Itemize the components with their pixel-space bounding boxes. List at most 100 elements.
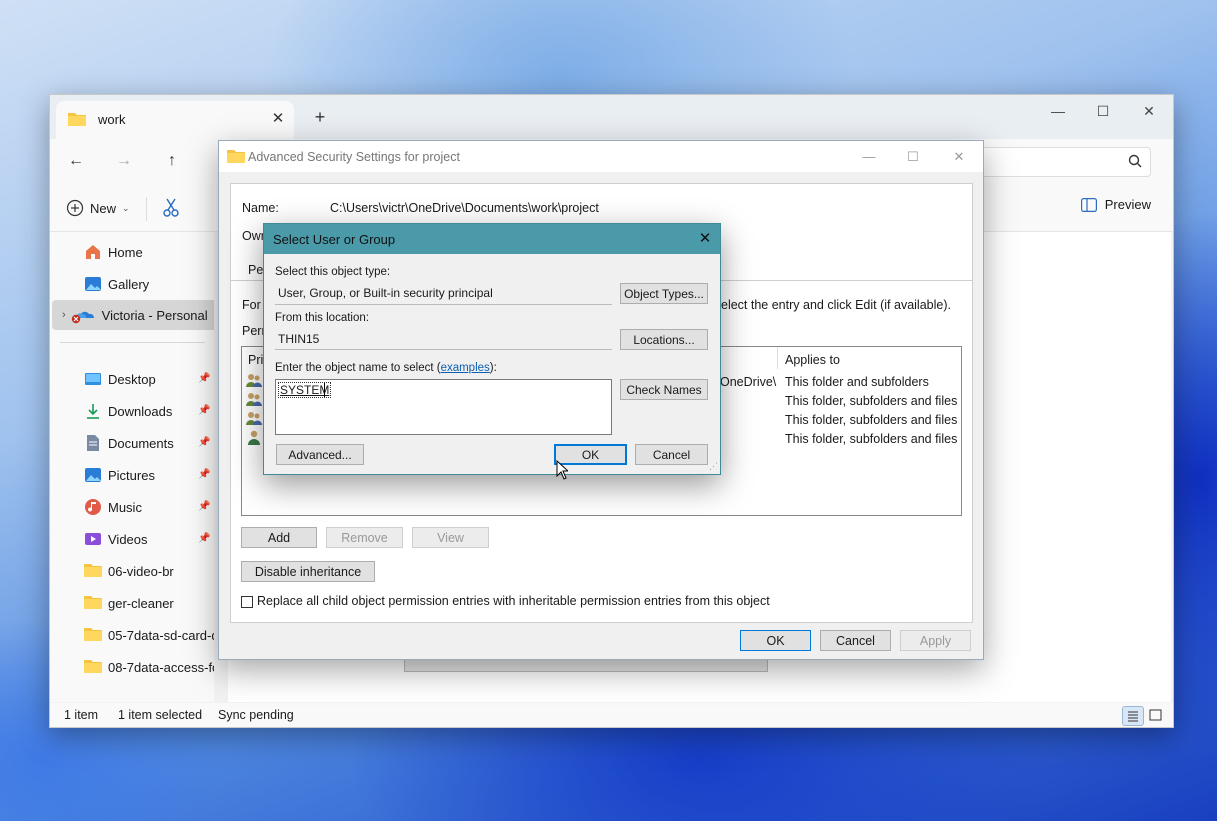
- pin-icon[interactable]: 📌: [198, 469, 210, 480]
- remove-button[interactable]: Remove: [326, 527, 403, 548]
- resize-grip-icon[interactable]: ⋰: [709, 461, 718, 472]
- explorer-titlebar: work ✕ + — ☐ ✕: [50, 95, 1173, 139]
- object-name-label-prefix: Enter the object name to select (: [275, 362, 441, 374]
- cancel-button[interactable]: Cancel: [635, 444, 708, 465]
- new-tab-button[interactable]: +: [310, 107, 330, 127]
- back-arrow-icon[interactable]: ←: [63, 149, 89, 173]
- sidebar-item-label: ger-cleaner: [108, 595, 174, 611]
- sync-status: Sync pending: [218, 708, 294, 722]
- sidebar-item-label: Videos: [108, 531, 148, 547]
- details-view-icon[interactable]: [1122, 706, 1144, 726]
- mouse-pointer-icon: [556, 460, 568, 480]
- close-window-button[interactable]: ✕: [1126, 97, 1172, 125]
- name-label: Name:: [242, 201, 279, 215]
- sidebar-item-onedrive[interactable]: › Victoria - Personal: [52, 300, 222, 330]
- close-icon[interactable]: ✕: [694, 228, 716, 250]
- replace-permissions-checkbox[interactable]: [241, 596, 253, 608]
- object-name-label: Enter the object name to select (example…: [275, 362, 497, 374]
- cancel-button[interactable]: Cancel: [820, 630, 891, 651]
- location-label: From this location:: [275, 312, 369, 324]
- cut-icon[interactable]: [162, 197, 180, 217]
- home-icon: [84, 243, 102, 261]
- examples-link[interactable]: examples: [441, 362, 490, 374]
- desktop-icon: [84, 370, 102, 388]
- pin-icon[interactable]: 📌: [198, 533, 210, 544]
- column-divider: [777, 347, 778, 369]
- selection-count: 1 item selected: [118, 708, 203, 722]
- forward-arrow-icon[interactable]: →: [111, 149, 137, 173]
- object-type-label: Select this object type:: [275, 266, 391, 278]
- select-user-or-group-dialog: Select User or Group ✕ Select this objec…: [263, 223, 721, 475]
- text-caret: [324, 383, 325, 397]
- divider: [146, 197, 147, 221]
- dialog-title: Select User or Group: [273, 232, 396, 247]
- location-field: THIN15: [275, 329, 612, 350]
- minimize-button[interactable]: —: [849, 145, 889, 169]
- maximize-button[interactable]: ☐: [893, 145, 933, 169]
- maximize-button[interactable]: ☐: [1080, 97, 1126, 125]
- search-icon[interactable]: [1128, 154, 1142, 168]
- locations-button[interactable]: Locations...: [620, 329, 708, 350]
- entry-path-fragment: OneDrive\: [720, 375, 777, 389]
- applies-to-cell: This folder, subfolders and files: [785, 394, 958, 408]
- pin-icon[interactable]: 📌: [198, 501, 210, 512]
- folder-icon: [84, 562, 102, 580]
- applies-to-cell: This folder, subfolders and files: [785, 413, 958, 427]
- dialog-titlebar: Advanced Security Settings for project —…: [219, 141, 983, 172]
- sidebar-item-label: Home: [108, 244, 143, 260]
- pin-icon[interactable]: 📌: [198, 405, 210, 416]
- disable-inheritance-button[interactable]: Disable inheritance: [241, 561, 375, 582]
- chevron-down-icon: ⌄: [122, 202, 130, 213]
- sidebar-item-label: 08-7data-access-folc: [108, 659, 229, 675]
- tiles-view-icon[interactable]: [1146, 706, 1166, 724]
- minimize-button[interactable]: —: [1035, 97, 1081, 125]
- add-button[interactable]: Add: [241, 527, 317, 548]
- user-icon: [246, 429, 262, 445]
- folder-icon: [68, 111, 86, 126]
- close-button[interactable]: ✕: [939, 145, 979, 169]
- divider: [60, 342, 205, 343]
- tab-label: work: [98, 112, 126, 127]
- column-header-applies-to[interactable]: Applies to: [785, 353, 840, 367]
- plus-circle-icon: [66, 199, 84, 217]
- new-button[interactable]: New ⌄: [66, 197, 130, 219]
- sidebar-item-label: Gallery: [108, 276, 150, 292]
- pin-icon[interactable]: 📌: [198, 437, 210, 448]
- status-bar: 1 item 1 item selected Sync pending: [50, 703, 1173, 727]
- up-arrow-icon[interactable]: ↑: [159, 149, 185, 173]
- sidebar-item-label: 05-7data-sd-card-dit: [108, 627, 226, 643]
- sidebar-item-label: Victoria - Personal: [101, 307, 208, 323]
- ok-button[interactable]: OK: [740, 630, 811, 651]
- sidebar-item-label: Downloads: [108, 403, 173, 419]
- folder-icon: [84, 594, 102, 612]
- dialog-title: Advanced Security Settings for project: [248, 150, 460, 164]
- advanced-button[interactable]: Advanced...: [276, 444, 364, 465]
- folder-icon: [227, 148, 245, 163]
- sidebar-item-label: Documents: [108, 435, 174, 451]
- navigation-pane: Home Gallery › Victoria - Personal Deskt…: [50, 232, 229, 702]
- applies-to-cell: This folder and subfolders: [785, 375, 929, 389]
- preview-label: Preview: [1104, 197, 1151, 212]
- download-icon: [84, 402, 102, 420]
- chevron-right-icon[interactable]: ›: [62, 309, 66, 321]
- object-type-field: User, Group, or Built-in security princi…: [275, 283, 612, 305]
- check-names-button[interactable]: Check Names: [620, 379, 708, 400]
- videos-icon: [84, 530, 102, 548]
- view-button[interactable]: View: [412, 527, 489, 548]
- preview-button[interactable]: Preview: [1080, 197, 1151, 212]
- preview-pane-icon: [1080, 197, 1097, 212]
- replace-permissions-label: Replace all child object permission entr…: [257, 594, 770, 608]
- close-tab-icon[interactable]: ✕: [269, 110, 287, 128]
- object-name-input[interactable]: SYSTEM: [275, 379, 612, 435]
- sidebar-item-label: Pictures: [108, 467, 155, 483]
- object-types-button[interactable]: Object Types...: [620, 283, 708, 304]
- info-text-end: elect the entry and click Edit (if avail…: [721, 298, 951, 312]
- onedrive-icon: [70, 306, 96, 324]
- documents-icon: [84, 434, 102, 452]
- apply-button[interactable]: Apply: [900, 630, 971, 651]
- name-value: C:\Users\victr\OneDrive\Documents\work\p…: [330, 201, 599, 215]
- tab-work[interactable]: work ✕: [56, 101, 294, 139]
- pin-icon[interactable]: 📌: [198, 373, 210, 384]
- folder-icon: [84, 658, 102, 676]
- users-icon: [246, 410, 262, 426]
